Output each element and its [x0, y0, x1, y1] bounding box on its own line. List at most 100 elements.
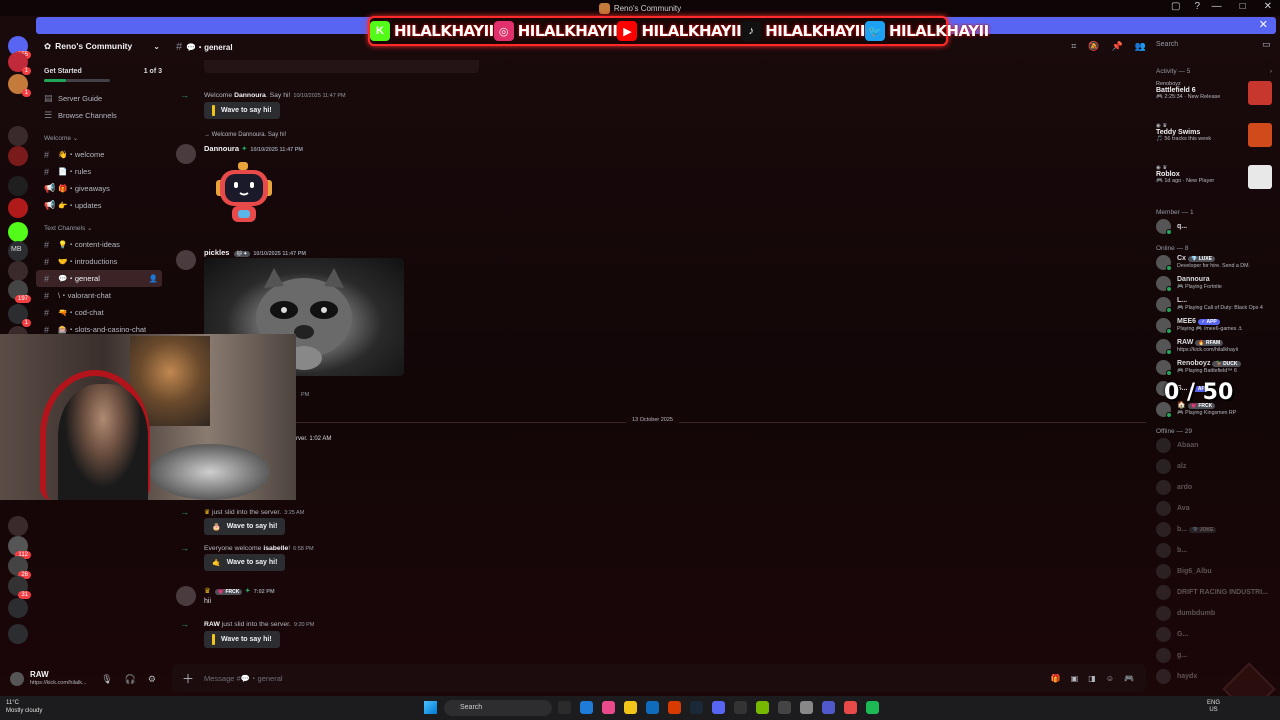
- app-icon[interactable]: [800, 701, 813, 714]
- minimize-button[interactable]: —: [1212, 1, 1222, 12]
- wave-button[interactable]: 🎂 Wave to say hi!: [204, 518, 286, 535]
- channel-item[interactable]: 📢 👉・updates: [36, 197, 162, 214]
- edge-icon[interactable]: [580, 701, 593, 714]
- wave-button[interactable]: 🤙 Wave to say hi!: [204, 554, 286, 571]
- chrome-icon[interactable]: [668, 701, 681, 714]
- server-icon[interactable]: 197: [8, 280, 31, 303]
- start-icon[interactable]: [424, 701, 437, 714]
- server-icon[interactable]: 1: [8, 74, 31, 97]
- message-input[interactable]: Message #💬・general: [204, 673, 283, 684]
- app-icon[interactable]: [844, 701, 857, 714]
- member-item[interactable]: Renoboyz 🦆 DUCK 🎮 Playing Battlefield™ 6: [1156, 357, 1280, 378]
- inbox-icon[interactable]: ▭: [1262, 39, 1271, 50]
- chevron-right-icon[interactable]: ›: [1270, 68, 1272, 75]
- weather-widget[interactable]: 11°C Mostly cloudy: [6, 699, 42, 715]
- activity-card[interactable]: ◉ ♛ Teddy Swims 🎵 56 tracks this week: [1156, 123, 1280, 159]
- message-author[interactable]: pickles 🐱 ✦ 10/10/2025 11:47 PM: [204, 248, 306, 257]
- gear-icon[interactable]: ⚙: [148, 674, 156, 685]
- message-author[interactable]: Dannoura ✦ 10/10/2025 11:47 PM: [204, 144, 303, 153]
- add-attachment-icon[interactable]: ＋: [182, 670, 194, 687]
- member-item[interactable]: dumbdumb: [1156, 603, 1280, 624]
- emoji-icon[interactable]: ☺: [1106, 674, 1114, 683]
- channel-item[interactable]: # 🤝・introductions: [36, 253, 162, 270]
- taskbar-search[interactable]: Search: [444, 700, 552, 716]
- robot-sticker[interactable]: [210, 160, 278, 228]
- add-member-icon[interactable]: 👤: [149, 274, 158, 283]
- member-item[interactable]: RAW 🔥 RFAM https://kick.com/hilalkhayii: [1156, 336, 1280, 357]
- member-item[interactable]: L... 🎮 Playing Call of Duty: Black Ops 4: [1156, 294, 1280, 315]
- channel-item[interactable]: # 🔫・cod-chat: [36, 304, 162, 321]
- mute-icon[interactable]: 🔕: [1088, 41, 1099, 52]
- sticker-icon[interactable]: ◨: [1088, 674, 1096, 683]
- server-icon[interactable]: [8, 222, 28, 242]
- channel-category[interactable]: Text Channels ⌄: [36, 214, 170, 236]
- wave-button[interactable]: Wave to say hi!: [204, 102, 280, 119]
- server-icon[interactable]: 1: [8, 52, 31, 75]
- server-icon[interactable]: MB: [8, 241, 28, 261]
- member-item[interactable]: Cx 💎 LUXE Developer for hire. Send a DM.: [1156, 252, 1280, 273]
- copilot-icon[interactable]: [602, 701, 615, 714]
- help-icon[interactable]: ?: [1194, 1, 1200, 12]
- nvidia-icon[interactable]: [756, 701, 769, 714]
- server-icon[interactable]: 31: [8, 576, 31, 599]
- user-mention[interactable]: isabelle: [263, 545, 288, 552]
- member-item[interactable]: Abaan: [1156, 435, 1280, 456]
- teams-icon[interactable]: [822, 701, 835, 714]
- spotify-icon[interactable]: [866, 701, 879, 714]
- server-icon[interactable]: [8, 598, 28, 618]
- reply-preview[interactable]: → Welcome Dannoura. Say hi!: [204, 132, 286, 138]
- member-item[interactable]: g...: [1156, 645, 1280, 666]
- message-author[interactable]: ♛ 💗 FRCK ✦ 7:02 PM: [204, 586, 275, 595]
- activity-card[interactable]: ◉ ♛ Roblox 🎮 1d ago · New Player: [1156, 165, 1280, 201]
- avatar[interactable]: [176, 586, 196, 606]
- member-item[interactable]: Ava: [1156, 498, 1280, 519]
- steam-icon[interactable]: [690, 701, 703, 714]
- member-item[interactable]: q...: [1156, 216, 1280, 237]
- avatar[interactable]: [10, 672, 24, 686]
- member-item[interactable]: Dannoura 🎮 Playing Fortnite: [1156, 273, 1280, 294]
- server-icon[interactable]: [8, 516, 28, 536]
- avatar[interactable]: [176, 144, 196, 164]
- channel-item[interactable]: # \・valorant-chat: [36, 287, 162, 304]
- member-item[interactable]: MEE6 ✓ APP Playing 🎮 /mee6-games ⚓: [1156, 315, 1280, 336]
- message-composer[interactable]: ＋ Message #💬・general 🎁 ▣ ◨ ☺ 🎮: [172, 664, 1146, 692]
- sidebar-item-server-guide[interactable]: ▤ Server Guide: [36, 90, 162, 107]
- task-view-icon[interactable]: [558, 701, 571, 714]
- game-icon[interactable]: 🎮: [1124, 674, 1134, 683]
- inbox-icon[interactable]: ▢: [1171, 1, 1180, 12]
- user-mention[interactable]: RAW: [204, 621, 220, 628]
- maximize-button[interactable]: □: [1240, 1, 1246, 12]
- activity-card[interactable]: Renoboyz Battlefield 6 🎮 2:25:34 · New Rel…: [1156, 81, 1280, 117]
- channel-item[interactable]: 📢 🎁・giveaways: [36, 180, 162, 197]
- app-icon[interactable]: [778, 701, 791, 714]
- server-icon[interactable]: [8, 198, 28, 218]
- member-item[interactable]: b... 💎 JOKE: [1156, 519, 1280, 540]
- discord-icon[interactable]: [712, 701, 725, 714]
- headphones-icon[interactable]: 🎧: [125, 674, 136, 685]
- server-icon[interactable]: [8, 261, 28, 281]
- server-icon[interactable]: [8, 146, 28, 166]
- channel-item[interactable]: # 👋・welcome: [36, 146, 162, 163]
- member-item[interactable]: alz: [1156, 456, 1280, 477]
- server-icon[interactable]: [8, 176, 28, 196]
- channel-category[interactable]: Welcome ⌄: [36, 124, 170, 146]
- file-explorer-icon[interactable]: [624, 701, 637, 714]
- user-mention[interactable]: Dannoura: [234, 92, 266, 99]
- member-item[interactable]: ardo: [1156, 477, 1280, 498]
- store-icon[interactable]: [646, 701, 659, 714]
- banner-close-icon[interactable]: ✕: [1259, 18, 1268, 31]
- sidebar-item-browse-channels[interactable]: ☰ Browse Channels: [36, 107, 162, 124]
- get-started[interactable]: Get Started 1 of 3: [36, 58, 170, 75]
- server-icon[interactable]: 1: [8, 304, 31, 327]
- member-item[interactable]: Big6_Albu: [1156, 561, 1280, 582]
- server-icon[interactable]: 26: [8, 556, 31, 579]
- wave-button[interactable]: Wave to say hi!: [204, 631, 280, 648]
- pin-icon[interactable]: 📌: [1112, 41, 1123, 52]
- server-icon[interactable]: [8, 624, 28, 644]
- threads-icon[interactable]: ⌗: [1071, 41, 1076, 52]
- channel-item[interactable]: # 💬・general 👤: [36, 270, 162, 287]
- gift-icon[interactable]: 🎁: [1051, 674, 1061, 683]
- members-icon[interactable]: 👥: [1135, 41, 1146, 52]
- avatar[interactable]: [176, 250, 196, 270]
- channel-item[interactable]: # 📄・rules: [36, 163, 162, 180]
